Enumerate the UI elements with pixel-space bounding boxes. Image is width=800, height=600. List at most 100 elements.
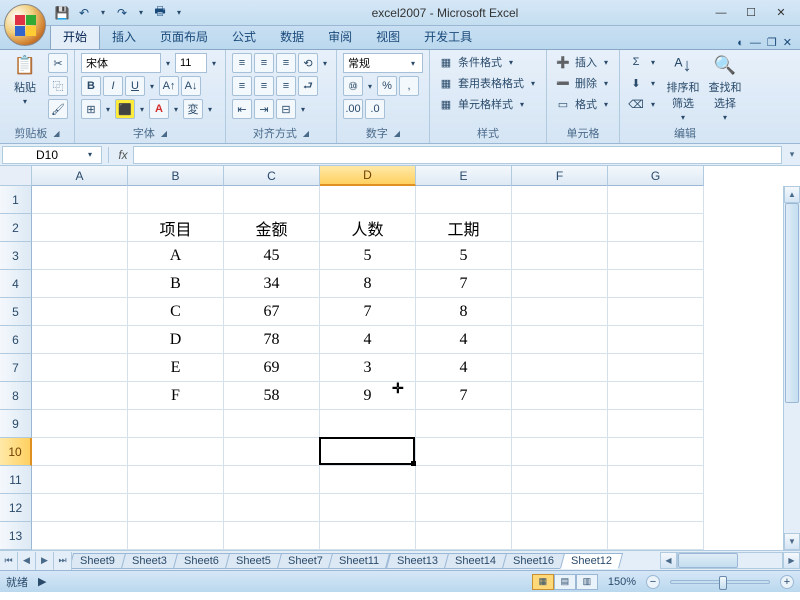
cell[interactable] <box>320 410 416 438</box>
cell[interactable] <box>128 522 224 550</box>
cell[interactable] <box>512 494 608 522</box>
currency-button[interactable]: ⑩ <box>343 76 363 96</box>
zoom-handle[interactable] <box>719 576 727 590</box>
cell[interactable]: E <box>128 354 224 382</box>
cell[interactable]: 8 <box>416 298 512 326</box>
comma-button[interactable]: , <box>399 76 419 96</box>
cell[interactable] <box>608 438 704 466</box>
border-button[interactable]: ⊞ <box>81 99 101 119</box>
row-header[interactable]: 2 <box>0 214 32 242</box>
horizontal-scrollbar[interactable]: ◀ ▶ <box>660 552 800 569</box>
cell[interactable] <box>608 354 704 382</box>
table-format-button[interactable]: ▦套用表格格式▾ <box>436 74 540 92</box>
font-size-combo[interactable]: 11 <box>175 53 207 73</box>
currency-dropdown-icon[interactable]: ▾ <box>365 82 375 91</box>
cell[interactable]: 人数 <box>320 214 416 242</box>
cell[interactable] <box>32 186 128 214</box>
help-icon[interactable]: ◐ <box>737 37 744 49</box>
cell[interactable] <box>320 186 416 214</box>
zoom-slider[interactable] <box>670 580 770 584</box>
row-header[interactable]: 3 <box>0 242 32 270</box>
sheet-next-icon[interactable]: ▶ <box>36 552 54 570</box>
cell[interactable] <box>512 354 608 382</box>
insert-cells-button[interactable]: ➕插入▾ <box>553 53 613 71</box>
cell[interactable] <box>32 494 128 522</box>
cell[interactable] <box>320 522 416 550</box>
cell[interactable] <box>224 438 320 466</box>
cell[interactable]: B <box>128 270 224 298</box>
cell[interactable] <box>608 494 704 522</box>
vertical-scrollbar[interactable]: ▲ ▼ <box>783 186 800 550</box>
cell[interactable] <box>128 466 224 494</box>
cell[interactable]: 45 <box>224 242 320 270</box>
underline-dropdown-icon[interactable]: ▾ <box>147 82 157 91</box>
align-center-button[interactable]: ≡ <box>254 76 274 96</box>
redo-icon[interactable]: ↷ <box>114 5 130 21</box>
cell[interactable] <box>512 522 608 550</box>
zoom-in-button[interactable]: + <box>780 575 794 589</box>
redo-dropdown-icon[interactable]: ▾ <box>136 8 146 17</box>
font-name-combo[interactable]: 宋体 <box>81 53 161 73</box>
conditional-format-button[interactable]: ▦条件格式▾ <box>436 53 540 71</box>
cell[interactable] <box>128 494 224 522</box>
cell[interactable] <box>512 270 608 298</box>
cell[interactable] <box>416 186 512 214</box>
cell[interactable]: F <box>128 382 224 410</box>
cell[interactable] <box>608 410 704 438</box>
font-name-dropdown-icon[interactable]: ▾ <box>163 59 173 68</box>
cell[interactable] <box>128 410 224 438</box>
office-button[interactable] <box>4 4 46 46</box>
cell[interactable] <box>32 382 128 410</box>
cell[interactable]: 8 <box>320 270 416 298</box>
cell[interactable] <box>608 326 704 354</box>
close-button[interactable]: ✕ <box>766 4 796 22</box>
format-painter-icon[interactable]: 🖌 <box>48 99 68 119</box>
fill-color-button[interactable]: ⬛ <box>115 99 135 119</box>
cell[interactable] <box>32 214 128 242</box>
cell[interactable] <box>608 186 704 214</box>
row-header[interactable]: 13 <box>0 522 32 550</box>
cell[interactable] <box>416 522 512 550</box>
row-header[interactable]: 10 <box>0 438 32 466</box>
minimize-button[interactable]: — <box>706 4 736 22</box>
page-layout-view-button[interactable]: ▤ <box>554 574 576 590</box>
clipboard-dialog-icon[interactable]: ◢ <box>53 129 59 138</box>
cell[interactable]: 5 <box>320 242 416 270</box>
column-header[interactable]: E <box>416 166 512 186</box>
zoom-level[interactable]: 150% <box>608 576 636 588</box>
font-color-button[interactable]: A <box>149 99 169 119</box>
cell[interactable] <box>608 298 704 326</box>
cell[interactable] <box>32 354 128 382</box>
cell[interactable] <box>320 438 416 466</box>
tab-data[interactable]: 数据 <box>268 24 316 49</box>
cell[interactable]: A <box>128 242 224 270</box>
formula-expand-icon[interactable]: ▾ <box>784 149 800 160</box>
decrease-decimal-button[interactable]: .0 <box>365 99 385 119</box>
sheet-tab[interactable]: Sheet13 <box>385 553 448 569</box>
sheet-tab[interactable]: Sheet6 <box>173 553 230 569</box>
cell[interactable] <box>512 382 608 410</box>
row-header[interactable]: 5 <box>0 298 32 326</box>
cell[interactable]: 4 <box>416 326 512 354</box>
tab-insert[interactable]: 插入 <box>100 24 148 49</box>
cell-styles-button[interactable]: ▦单元格样式▾ <box>436 95 540 113</box>
cell[interactable] <box>32 522 128 550</box>
sheet-tab[interactable]: Sheet11 <box>328 553 390 569</box>
cell[interactable] <box>608 522 704 550</box>
cell[interactable] <box>512 438 608 466</box>
sheet-tab[interactable]: Sheet5 <box>224 553 281 569</box>
qat-customize-icon[interactable]: ▾ <box>174 8 184 17</box>
tab-view[interactable]: 视图 <box>364 24 412 49</box>
column-header[interactable]: B <box>128 166 224 186</box>
cell[interactable]: 58 <box>224 382 320 410</box>
cell[interactable] <box>320 494 416 522</box>
number-dialog-icon[interactable]: ◢ <box>394 129 400 138</box>
hscroll-thumb[interactable] <box>678 553 738 568</box>
cell[interactable] <box>128 438 224 466</box>
sort-filter-button[interactable]: ᴬ↓排序和 筛选▾ <box>664 53 702 122</box>
cell[interactable]: 7 <box>416 270 512 298</box>
sheet-tab[interactable]: Sheet3 <box>121 553 178 569</box>
row-header[interactable]: 12 <box>0 494 32 522</box>
column-header[interactable]: C <box>224 166 320 186</box>
cell[interactable] <box>128 186 224 214</box>
